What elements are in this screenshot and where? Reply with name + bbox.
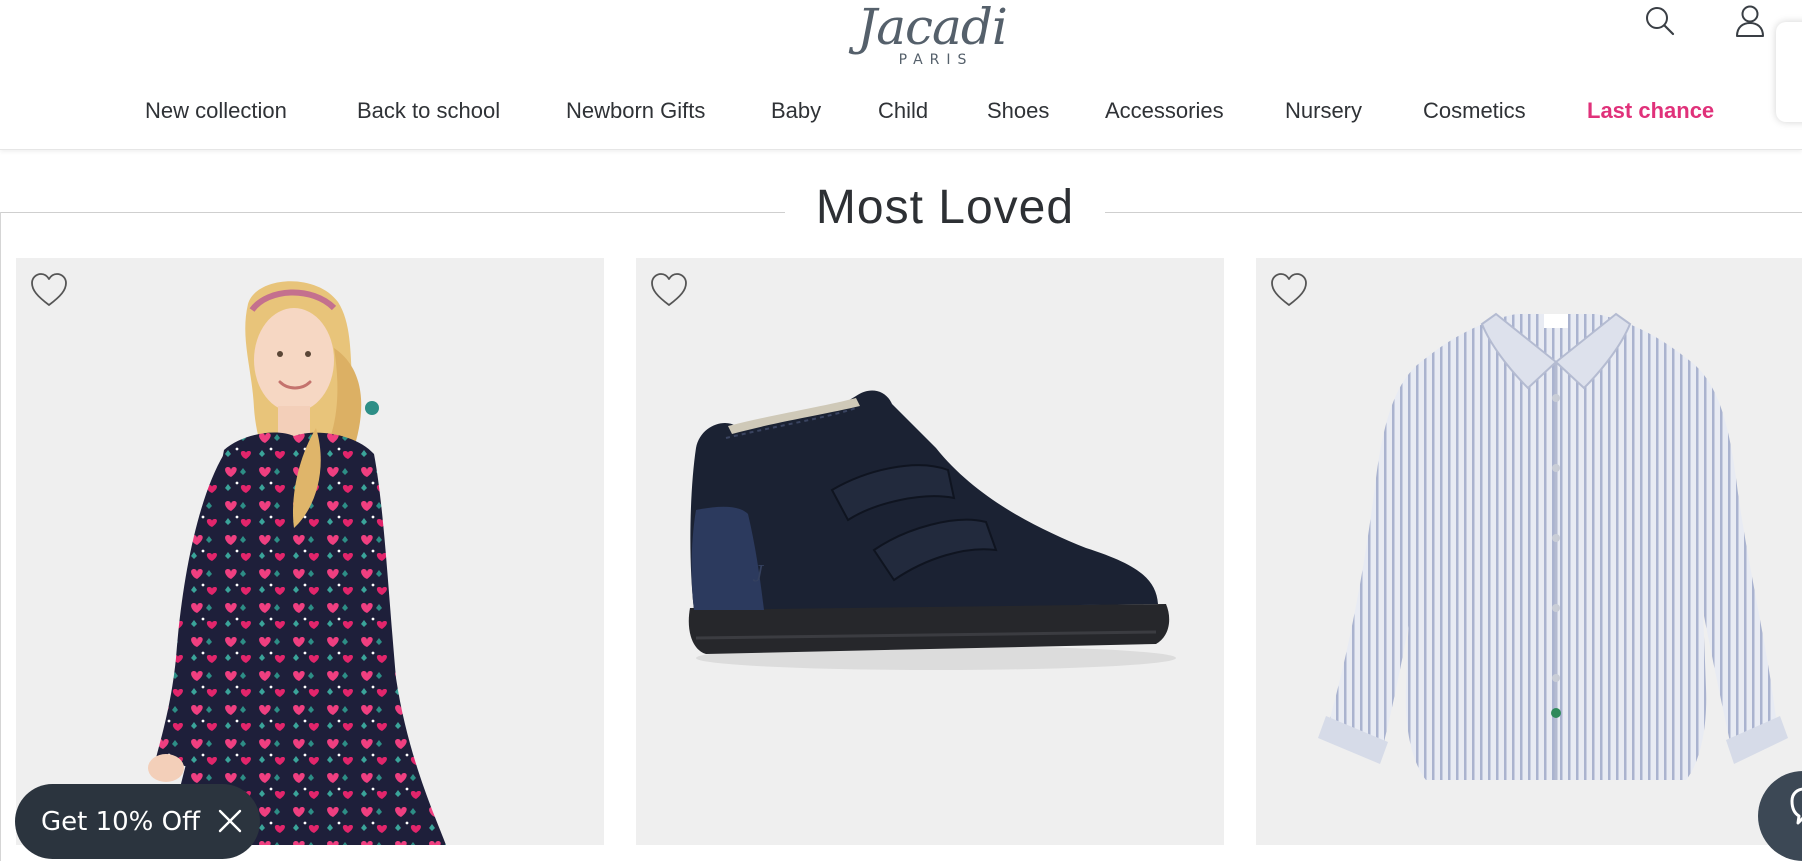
account-button[interactable] — [1731, 2, 1769, 40]
nav-item-accessories[interactable]: Accessories — [1105, 98, 1224, 124]
product-image-navy-boot: J — [688, 390, 1176, 670]
nav-item-shoes[interactable]: Shoes — [987, 98, 1049, 124]
heart-outline-icon[interactable] — [1270, 272, 1308, 308]
nav-item-newborn-gifts[interactable]: Newborn Gifts — [566, 98, 705, 124]
main-navigation: New collection Back to school Newborn Gi… — [0, 98, 1802, 138]
nav-item-nursery[interactable]: Nursery — [1285, 98, 1362, 124]
product-card[interactable]: J — [636, 258, 1224, 845]
section-header: Most Loved — [0, 180, 1802, 240]
nav-item-last-chance[interactable]: Last chance — [1587, 98, 1714, 124]
product-card[interactable] — [16, 258, 604, 845]
product-card[interactable] — [1256, 258, 1802, 845]
search-icon — [1646, 7, 1675, 36]
search-button[interactable] — [1641, 2, 1679, 40]
product-image-striped-shirt — [1318, 312, 1788, 780]
close-icon — [218, 809, 242, 833]
promo-close-button[interactable] — [215, 806, 245, 836]
section-frame-edge — [0, 212, 1, 861]
promo-discount-pill[interactable]: Get 10% Off — [15, 784, 260, 859]
account-icon — [1736, 5, 1764, 37]
nav-item-child[interactable]: Child — [878, 98, 928, 124]
brand-logo[interactable]: Jacadi PARIS — [850, 2, 1014, 70]
logo-script: Jacadi — [857, 0, 1008, 56]
site-header: Jacadi PARIS New collection Back to scho… — [0, 0, 1802, 150]
heart-outline-icon[interactable] — [650, 272, 688, 308]
nav-item-cosmetics[interactable]: Cosmetics — [1423, 98, 1526, 124]
title-divider-left — [0, 212, 785, 213]
title-divider-right — [1105, 212, 1802, 213]
product-image-girl-dress — [148, 281, 446, 845]
nav-item-baby[interactable]: Baby — [771, 98, 821, 124]
nav-item-back-to-school[interactable]: Back to school — [357, 98, 500, 124]
section-title: Most Loved — [815, 181, 1075, 234]
promo-label[interactable]: Get 10% Off — [41, 807, 200, 837]
heart-outline-icon[interactable] — [30, 272, 68, 308]
nav-item-new-collection[interactable]: New collection — [145, 98, 287, 124]
